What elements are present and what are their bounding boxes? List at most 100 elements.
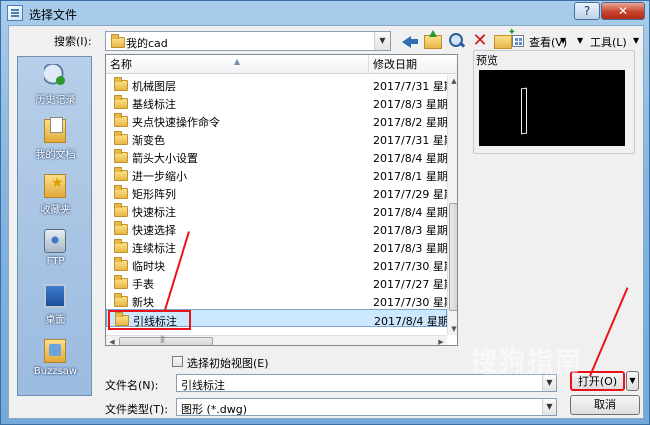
chevron-down-icon[interactable]: ▼ [374, 32, 390, 50]
chevron-down-icon: ▼ [577, 36, 584, 45]
search-web-icon[interactable] [447, 32, 465, 50]
window-title: 选择文件 [29, 8, 78, 22]
folder-icon [114, 167, 128, 181]
file-date: 2017/8/3 星期 [373, 242, 448, 255]
file-date: 2017/8/4 星期 [373, 152, 448, 165]
place-my-documents[interactable]: 我的文档 [18, 116, 93, 168]
file-list[interactable]: 名称 ▲ 修改日期 机械图层 2017/7/31 星期 基线标注 2017/8/3 星… [105, 54, 458, 346]
file-row[interactable]: 手表 2017/7/27 星期 [106, 273, 455, 291]
scroll-right-icon[interactable]: ▶ [435, 336, 447, 345]
file-date: 2017/7/30 星期 [373, 296, 455, 309]
file-name: 渐变色 [132, 134, 165, 147]
scroll-up-icon[interactable]: ▲ [448, 75, 457, 87]
preview-drawing [521, 87, 527, 135]
column-header-name-label: 名称 [110, 58, 132, 71]
horizontal-scrollbar[interactable]: ◀ ▶ [106, 335, 447, 345]
close-button[interactable]: ✕ [601, 2, 645, 20]
places-bar: 历史记录 我的文档 收藏夹 FTP 桌面 Buzzsaw [17, 56, 92, 396]
folder-icon [114, 95, 128, 109]
file-row[interactable]: 渐变色 2017/7/31 星期 [106, 129, 455, 147]
dialog-icon [7, 5, 23, 21]
filetype-label: 文件类型(T): [105, 403, 169, 416]
folder-icon [114, 275, 128, 289]
file-date: 2017/8/4 星期 [373, 206, 448, 219]
search-folder-combo[interactable]: 我的cad ▼ [105, 31, 391, 51]
views-menu-button[interactable]: 查看(V) ▼ [512, 34, 570, 50]
initial-view-checkbox[interactable] [172, 356, 183, 367]
chevron-down-icon: ▼ [633, 36, 640, 45]
scroll-down-icon[interactable]: ▼ [448, 323, 457, 335]
file-name: 新块 [132, 296, 154, 309]
file-date: 2017/7/29 星期 [373, 188, 455, 201]
new-folder-icon[interactable] [494, 27, 516, 49]
scroll-thumb[interactable] [449, 203, 457, 311]
vertical-scrollbar[interactable]: ▲ ▼ [447, 75, 457, 335]
file-date: 2017/7/30 星期 [373, 260, 455, 273]
preview-label: 预览 [474, 52, 500, 68]
folder-icon [114, 131, 128, 145]
folder-icon [111, 34, 125, 48]
place-ftp[interactable]: FTP [18, 226, 93, 278]
sort-ascending-icon: ▲ [234, 57, 241, 66]
help-button[interactable]: ? [574, 2, 600, 20]
file-row[interactable]: 引线标注 2017/8/4 星期 [106, 309, 449, 330]
tools-menu-button[interactable]: ▼ 工具(L) ▼ [577, 34, 643, 50]
file-date: 2017/8/3 星期 [373, 98, 448, 111]
file-row[interactable]: 基线标注 2017/8/3 星期 [106, 93, 448, 111]
file-row[interactable]: 连续标注 2017/8/3 星期 [106, 237, 448, 255]
chevron-down-icon[interactable]: ▼ [542, 399, 556, 415]
file-row[interactable]: 箭头大小设置 2017/8/4 星期 [106, 147, 448, 165]
place-label: 收藏夹 [40, 205, 71, 216]
tools-menu-label: 工具(L) [590, 36, 627, 49]
file-row[interactable]: 快速选择 2017/8/3 星期 [106, 219, 448, 237]
file-date: 2017/8/1 星期 [373, 170, 448, 183]
file-name: 快速标注 [132, 206, 176, 219]
filename-value: 引线标注 [181, 379, 225, 392]
place-label: 我的文档 [35, 150, 76, 161]
file-row[interactable]: 矩形阵列 2017/7/29 星期 [106, 183, 455, 201]
file-row[interactable]: 机械图层 2017/7/31 星期 [106, 75, 455, 93]
initial-view-label: 选择初始视图(E) [187, 357, 269, 370]
up-folder-icon[interactable] [424, 30, 442, 49]
views-icon [512, 35, 524, 47]
search-folder-value: 我的cad [126, 37, 168, 50]
place-history[interactable]: 历史记录 [18, 61, 93, 113]
open-options-button[interactable]: ▼ [626, 371, 639, 391]
folder-icon [114, 113, 128, 127]
file-name: 夹点快速操作命令 [132, 116, 220, 129]
cancel-button[interactable]: 取消 [570, 395, 640, 415]
title-bar[interactable]: 选择文件 ? ✕ [1, 1, 650, 25]
filename-label: 文件名(N): [105, 379, 159, 392]
file-date: 2017/7/31 星期 [373, 80, 455, 93]
favorites-icon [44, 174, 66, 198]
annotation-highlight-box [108, 310, 191, 330]
file-row[interactable]: 快速标注 2017/8/4 星期 [106, 201, 448, 219]
back-icon[interactable] [401, 32, 419, 50]
place-label: Buzzsaw [33, 366, 78, 377]
file-row[interactable]: 夹点快速操作命令 2017/8/2 星期 [106, 111, 448, 129]
place-favorites[interactable]: 收藏夹 [18, 171, 93, 223]
file-dialog-window: 选择文件 ? ✕ 搜索(I): 我的cad ▼ ✕ 查看(V) ▼ ▼ 工具(L… [0, 0, 650, 425]
documents-icon [44, 117, 66, 143]
desktop-icon [44, 284, 66, 308]
file-date: 2017/7/31 星期 [373, 134, 455, 147]
folder-icon [114, 221, 128, 235]
file-name: 机械图层 [132, 80, 176, 93]
file-date: 2017/8/2 星期 [373, 116, 448, 129]
folder-icon [114, 77, 128, 91]
scroll-thumb[interactable] [119, 335, 213, 345]
place-buzzsaw[interactable]: Buzzsaw [18, 336, 93, 388]
filetype-value: 图形 (*.dwg) [181, 403, 248, 416]
folder-icon [114, 293, 128, 307]
delete-icon[interactable]: ✕ [471, 32, 489, 50]
filetype-select[interactable]: 图形 (*.dwg) ▼ [176, 398, 557, 416]
column-header-name[interactable]: 名称 ▲ [106, 55, 369, 74]
file-row[interactable]: 临时块 2017/7/30 星期 [106, 255, 455, 273]
scroll-left-icon[interactable]: ◀ [106, 336, 118, 345]
file-row[interactable]: 进一步缩小 2017/8/1 星期 [106, 165, 448, 183]
place-desktop[interactable]: 桌面 [18, 281, 93, 333]
file-row[interactable]: 新块 2017/7/30 星期 [106, 291, 455, 309]
column-header-date[interactable]: 修改日期 [369, 55, 457, 74]
file-name: 临时块 [132, 260, 165, 273]
file-name: 箭头大小设置 [132, 152, 198, 165]
